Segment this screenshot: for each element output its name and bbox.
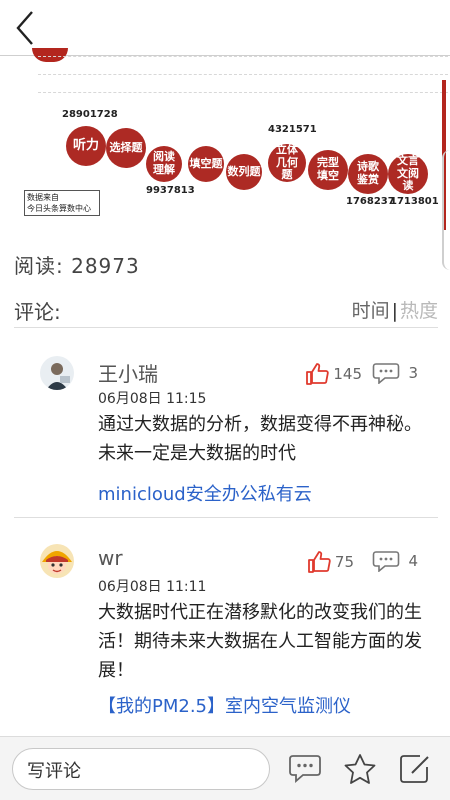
bubble-cloze: 完型填空 bbox=[308, 150, 348, 190]
write-comment-input[interactable]: 写评论 bbox=[12, 748, 270, 790]
bubble-classical: 文言文阅读 bbox=[388, 154, 428, 194]
comment-text: 大数据时代正在潜移默化的改变我们的生活！期待未来大数据在人工智能方面的发展！ bbox=[98, 602, 422, 681]
value-reading: 9937813 bbox=[146, 185, 195, 196]
source-line: 数据来自 bbox=[27, 193, 59, 202]
avatar[interactable] bbox=[40, 356, 74, 390]
star-icon[interactable] bbox=[343, 753, 377, 785]
bubble-geometry: 立体几何题 bbox=[268, 143, 306, 182]
value-geometry: 4321571 bbox=[268, 124, 317, 135]
bubble-choice: 选择题 bbox=[106, 128, 146, 168]
comment-author[interactable]: 王小瑞 bbox=[98, 358, 158, 387]
comment-time: 06月08日 11:15 bbox=[98, 391, 207, 407]
thumbs-up-icon bbox=[308, 551, 331, 573]
comment-item: 王小瑞 06月08日 11:15 145 3 通过大数据的分析，数据变得不再神秘… bbox=[14, 342, 438, 518]
value-listening: 28901728 bbox=[62, 109, 118, 120]
data-source-box: 数据来自 今日头条算数中心 bbox=[24, 190, 100, 216]
sort-by-time-tab[interactable]: 时间 bbox=[352, 300, 390, 322]
read-count-value: 28973 bbox=[71, 254, 140, 278]
promo-link[interactable]: minicloud安全办公私有云 bbox=[98, 480, 312, 506]
comment-text: 通过大数据的分析，数据变得不再神秘。未来一定是大数据的时代 bbox=[98, 414, 422, 464]
bottom-action-bar: 写评论 bbox=[0, 736, 450, 800]
like-button[interactable]: 145 bbox=[305, 362, 362, 386]
edit-icon[interactable] bbox=[398, 753, 432, 785]
source-line: 今日头条算数中心 bbox=[27, 204, 91, 213]
gridline bbox=[38, 56, 448, 57]
promo-link[interactable]: 【我的PM2.5】室内空气监测仪 bbox=[98, 692, 351, 718]
comments-title: 评论: bbox=[14, 300, 61, 324]
article-infographic: 28901728 听力 选择题 阅读理解 9937813 填空题 数列题 432… bbox=[20, 48, 448, 230]
comment-author[interactable]: wr bbox=[98, 546, 123, 570]
comment-icon[interactable] bbox=[288, 753, 322, 785]
reply-button[interactable]: 4 bbox=[372, 550, 418, 572]
value-classical: 1713801 bbox=[390, 196, 439, 207]
reply-button[interactable]: 3 bbox=[372, 362, 418, 384]
avatar[interactable] bbox=[40, 544, 74, 578]
gridline bbox=[38, 92, 448, 93]
like-button[interactable]: 75 bbox=[307, 550, 354, 574]
bubble-listening: 听力 bbox=[66, 126, 106, 166]
comments-header: 评论: 时间 | 热度 bbox=[14, 294, 438, 328]
scroll-indicator[interactable] bbox=[442, 150, 450, 270]
reply-count: 3 bbox=[408, 364, 418, 382]
chevron-left-icon[interactable] bbox=[10, 8, 40, 48]
like-count: 75 bbox=[334, 553, 354, 571]
gridline bbox=[38, 74, 448, 75]
sort-by-hot-tab[interactable]: 热度 bbox=[400, 300, 438, 322]
like-count: 145 bbox=[333, 365, 362, 383]
value-poetry: 1768237 bbox=[346, 196, 395, 207]
bubble-fill: 填空题 bbox=[188, 146, 224, 182]
comment-bubble-icon bbox=[373, 551, 400, 572]
read-count-label: 阅读: bbox=[14, 254, 64, 278]
reply-count: 4 bbox=[408, 552, 418, 570]
bubble-reading: 阅读理解 bbox=[146, 146, 182, 182]
comment-bubble-icon bbox=[373, 363, 400, 384]
sort-toggle: 时间 | 热度 bbox=[351, 300, 438, 322]
infographic-decoration bbox=[32, 48, 68, 62]
thumbs-up-icon bbox=[306, 363, 330, 385]
comment-item: wr 06月08日 11:11 75 4 大数据时代正在潜移默化的改变我们的生活… bbox=[14, 530, 438, 730]
read-count: 阅读: 28973 bbox=[14, 250, 140, 279]
bubble-sequence: 数列题 bbox=[226, 154, 262, 190]
comment-time: 06月08日 11:11 bbox=[98, 579, 207, 595]
bubble-poetry: 诗歌鉴赏 bbox=[348, 154, 388, 194]
